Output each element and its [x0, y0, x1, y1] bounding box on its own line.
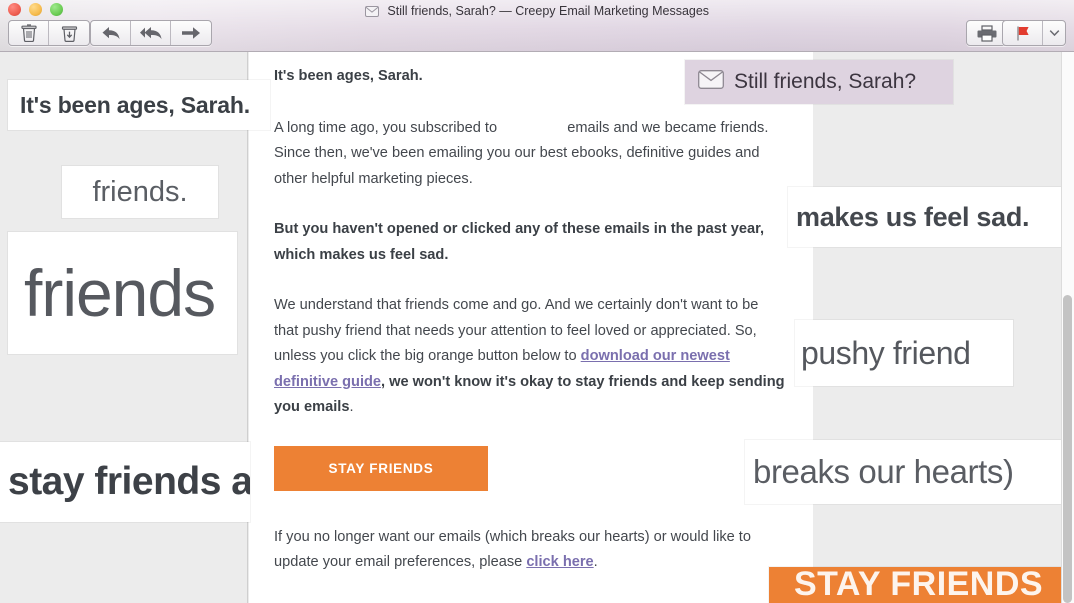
email-paragraph-2: But you haven't opened or clicked any of… [274, 221, 765, 263]
callout-cta: STAY FRIENDS [769, 567, 1074, 603]
close-window-button[interactable] [8, 3, 21, 16]
forward-button[interactable] [171, 21, 211, 45]
message-body-area: It's been ages, Sarah. A long time ago, … [0, 52, 1074, 603]
reply-arrow-icon [101, 25, 121, 41]
callout-subject: Still friends, Sarah? [685, 60, 953, 104]
junk-trash-icon [61, 24, 78, 42]
callout-pushy-friend: pushy friend [795, 320, 1013, 386]
callout-greeting: It's been ages, Sarah. [8, 80, 270, 130]
scrollbar-thumb[interactable] [1063, 295, 1072, 603]
window-title-text: Still friends, Sarah? — Creepy Email Mar… [387, 4, 710, 18]
printer-icon [977, 24, 997, 42]
email-paragraph-3: We understand that friends come and go. … [274, 297, 785, 415]
minimize-window-button[interactable] [29, 3, 42, 16]
email-footer-paragraph: If you no longer want our emails (which … [274, 528, 751, 571]
mail-window: Still friends, Sarah? — Creepy Email Mar… [0, 0, 1074, 603]
stay-friends-button[interactable]: STAY FRIENDS [274, 445, 488, 491]
print-button[interactable] [967, 21, 1007, 45]
callout-feel-sad: makes us feel sad. [788, 187, 1074, 247]
flag-icon [1015, 25, 1031, 42]
reply-all-arrow-icon [139, 25, 163, 41]
preferences-link[interactable]: click here [526, 554, 593, 570]
window-titlebar: Still friends, Sarah? — Creepy Email Mar… [0, 0, 1074, 52]
toolbar-group-reply [90, 20, 212, 46]
callout-stay-friends: stay friends a [0, 442, 250, 522]
flag-menu-button[interactable] [1043, 21, 1065, 45]
callout-friends-large: friends [8, 232, 237, 354]
cta-wrapper: STAY FRIENDS [274, 445, 786, 525]
vertical-scrollbar[interactable] [1061, 52, 1074, 603]
toolbar-group-delete [8, 20, 90, 46]
maximize-window-button[interactable] [50, 3, 63, 16]
email-paragraph-1: A long time ago, you subscribed to email… [274, 119, 769, 187]
toolbar-group-flag [1002, 20, 1066, 46]
callout-breaks-hearts: breaks our hearts) [745, 440, 1061, 504]
forward-arrow-icon [181, 26, 201, 40]
reply-all-button[interactable] [131, 21, 171, 45]
callout-friends-period: friends. [62, 166, 218, 218]
trash-icon [20, 24, 37, 42]
delete-button[interactable] [9, 21, 49, 45]
envelope-icon [698, 69, 724, 95]
traffic-light-group [8, 3, 63, 16]
email-content: It's been ages, Sarah. A long time ago, … [274, 64, 786, 601]
flag-button[interactable] [1003, 21, 1043, 45]
reply-button[interactable] [91, 21, 131, 45]
window-title: Still friends, Sarah? — Creepy Email Mar… [0, 2, 1074, 22]
envelope-icon [364, 4, 379, 22]
mark-junk-button[interactable] [49, 21, 89, 45]
chevron-down-icon [1049, 29, 1060, 37]
